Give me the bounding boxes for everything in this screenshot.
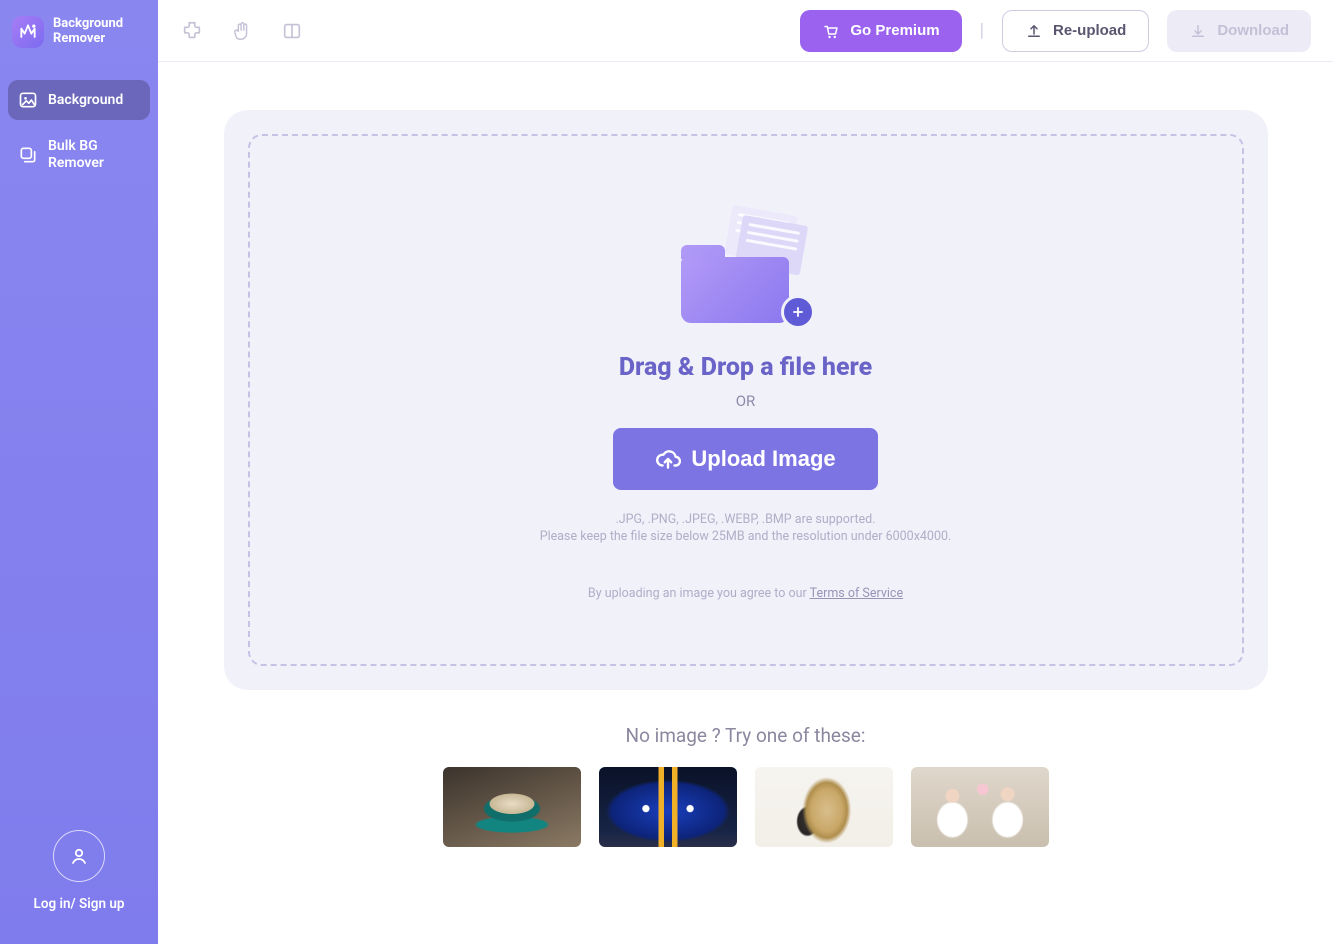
topbar-right: Go Premium | Re-upload Download [800, 10, 1311, 52]
layers-icon [18, 145, 38, 165]
topbar: Go Premium | Re-upload Download [158, 0, 1333, 62]
sidebar-nav: Background Bulk BG Remover [8, 80, 150, 182]
main: Go Premium | Re-upload Download [158, 0, 1333, 944]
samples: No image ? Try one of these: [443, 724, 1049, 847]
or-text: OR [736, 392, 756, 410]
image-icon [18, 90, 38, 110]
tool-icons [180, 19, 304, 43]
go-premium-button[interactable]: Go Premium [800, 10, 961, 52]
brand-title: Background Remover [53, 17, 123, 47]
download-icon [1189, 22, 1207, 40]
brand-logo-icon [12, 16, 44, 48]
tos-link[interactable]: Terms of Service [810, 586, 903, 601]
upload-hint-limits: Please keep the file size below 25MB and… [540, 529, 952, 544]
drop-zone[interactable]: Drag & Drop a file here OR Upload Image … [248, 134, 1244, 666]
upload-hint-formats: .JPG, .PNG, .JPEG, .WEBP, .BMP are suppo… [615, 512, 875, 527]
tool-hand-icon[interactable] [230, 19, 254, 43]
sidebar-bottom: Log in/ Sign up [8, 830, 150, 932]
upload-card: Drag & Drop a file here OR Upload Image … [224, 110, 1268, 690]
upload-icon [1025, 22, 1043, 40]
download-label: Download [1217, 22, 1289, 39]
tool-compare-icon[interactable] [280, 19, 304, 43]
sample-image-coffee[interactable] [443, 767, 581, 847]
reupload-button[interactable]: Re-upload [1002, 10, 1149, 52]
folder-upload-icon [681, 209, 811, 329]
user-icon [67, 844, 91, 868]
go-premium-label: Go Premium [850, 22, 939, 39]
samples-row [443, 767, 1049, 847]
avatar-button[interactable] [53, 830, 105, 882]
tos-prefix: By uploading an image you agree to our [588, 586, 810, 601]
upload-image-button[interactable]: Upload Image [613, 428, 877, 490]
sample-image-car[interactable] [599, 767, 737, 847]
topbar-divider: | [980, 20, 984, 41]
samples-title: No image ? Try one of these: [443, 724, 1049, 747]
brand[interactable]: Background Remover [8, 12, 150, 62]
sidebar-item-label: Background [48, 92, 123, 109]
drop-title: Drag & Drop a file here [619, 353, 872, 382]
upload-tos: By uploading an image you agree to our T… [588, 586, 903, 601]
sidebar-item-label: Bulk BG Remover [48, 138, 104, 172]
sample-image-family[interactable] [911, 767, 1049, 847]
sidebar-item-bulk[interactable]: Bulk BG Remover [8, 128, 150, 182]
sample-image-woman[interactable] [755, 767, 893, 847]
login-link[interactable]: Log in/ Sign up [34, 896, 125, 912]
upload-image-label: Upload Image [691, 446, 835, 472]
sidebar-item-background[interactable]: Background [8, 80, 150, 120]
reupload-label: Re-upload [1053, 22, 1126, 39]
cart-icon [822, 22, 840, 40]
plus-icon [781, 295, 815, 329]
sidebar: Background Remover Background Bulk BG Re… [0, 0, 158, 944]
tool-plugin-icon[interactable] [180, 19, 204, 43]
content: Drag & Drop a file here OR Upload Image … [158, 62, 1333, 944]
download-button: Download [1167, 10, 1311, 52]
cloud-upload-icon [655, 446, 681, 472]
